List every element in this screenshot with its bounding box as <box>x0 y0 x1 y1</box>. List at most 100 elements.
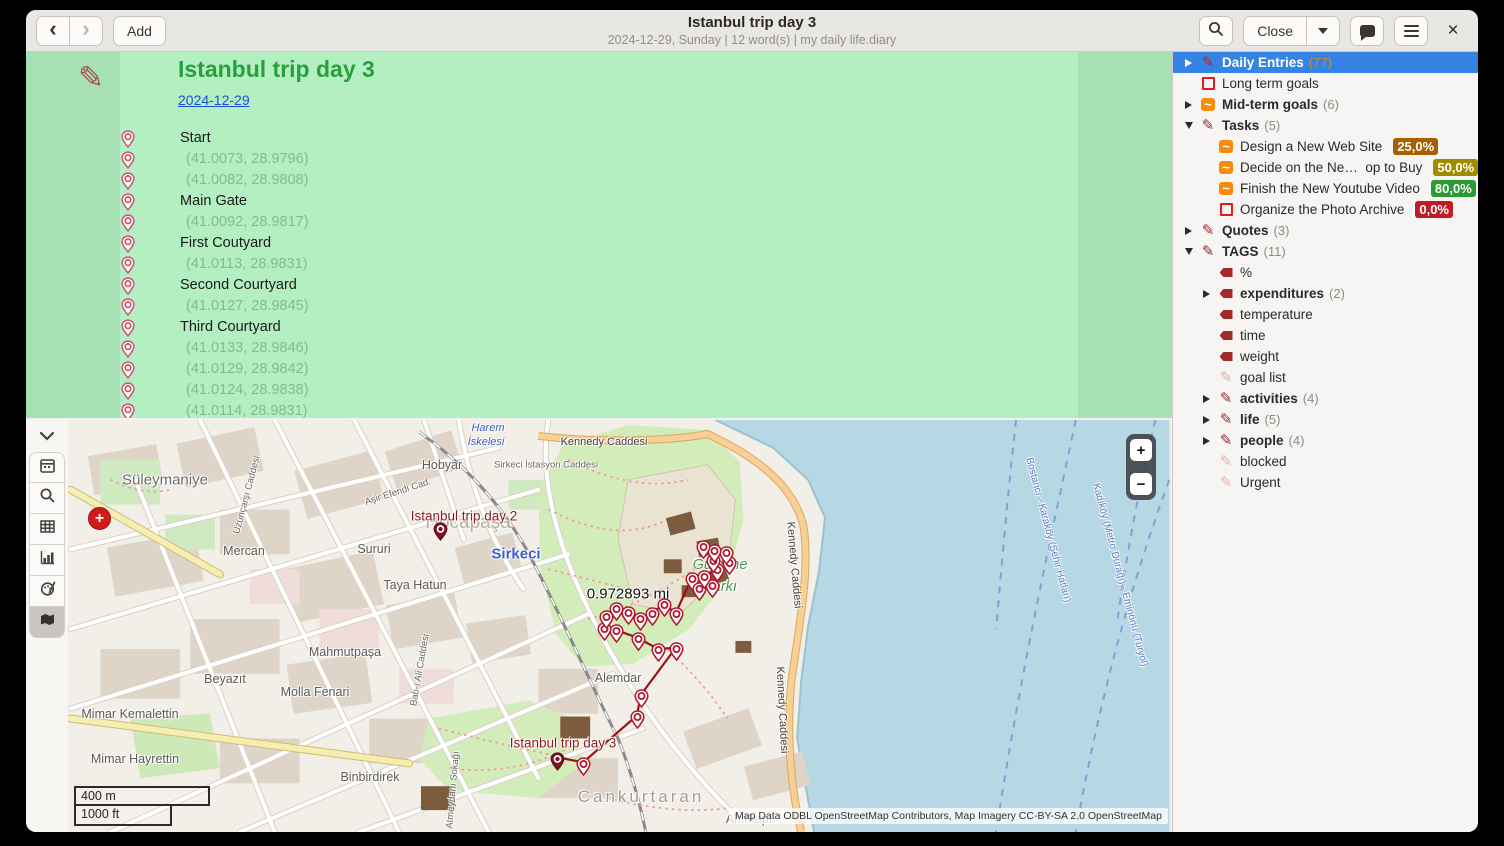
zoom-in-button[interactable]: + <box>1130 439 1152 461</box>
map-pin-icon <box>121 256 135 274</box>
expander-right-icon[interactable] <box>1185 59 1200 67</box>
map-pin-icon <box>121 193 135 211</box>
map-canvas[interactable]: HaremİskelesiKennedy CaddesiHobyarSirkec… <box>68 420 1172 832</box>
sidebar-item-daily-entries[interactable]: ✎Daily Entries(77) <box>1173 52 1478 73</box>
sidebar-item-[interactable]: % <box>1173 262 1478 283</box>
sidebar-item-urgent[interactable]: ✎Urgent <box>1173 472 1478 493</box>
search-view-button[interactable] <box>29 483 65 514</box>
sidebar-item-label: Daily Entries <box>1222 55 1304 70</box>
hamburger-icon <box>1404 25 1419 37</box>
sidebar-item-blocked[interactable]: ✎blocked <box>1173 451 1478 472</box>
entry-line: (41.0113, 28.9831) <box>26 254 1172 275</box>
route-waypoint-pin[interactable] <box>630 710 645 729</box>
map-pin-icon <box>121 172 135 190</box>
sidebar-item-time[interactable]: time <box>1173 325 1478 346</box>
route-start-pin[interactable] <box>550 752 565 771</box>
calendar-view-button[interactable] <box>29 452 65 483</box>
entry-coordinate-text: (41.0133, 28.9846) <box>186 340 309 356</box>
sidebar-item-decide-on-the-ne-op-to-buy[interactable]: ~Decide on the Ne… op to Buy50,0% <box>1173 157 1478 178</box>
entry-editor[interactable]: ✎ Istanbul trip day 3 2024-12-29 Start(4… <box>26 52 1172 418</box>
day2-entry-pin[interactable] <box>433 522 448 541</box>
entry-line: (41.0127, 28.9845) <box>26 296 1172 317</box>
entry-date-link[interactable]: 2024-12-29 <box>178 92 250 108</box>
sidebar-item-quotes[interactable]: ✎Quotes(3) <box>1173 220 1478 241</box>
pencil-icon: ✎ <box>1218 433 1234 448</box>
search-button[interactable] <box>1199 16 1233 46</box>
window-title: Istanbul trip day 3 <box>452 13 1052 33</box>
route-waypoint-pin[interactable] <box>651 643 666 662</box>
close-dropdown-button[interactable] <box>1306 16 1340 46</box>
sidebar-item-weight[interactable]: weight <box>1173 346 1478 367</box>
sidebar-item-design-a-new-web-site[interactable]: ~Design a New Web Site25,0% <box>1173 136 1478 157</box>
paint-view-button[interactable] <box>29 576 65 607</box>
sidebar-item-people[interactable]: ✎people(4) <box>1173 430 1478 451</box>
table-view-button[interactable] <box>29 514 65 545</box>
entry-coordinate-text: (41.0124, 28.9838) <box>186 382 309 398</box>
entry-coordinate-text: (41.0113, 28.9831) <box>186 256 307 272</box>
route-waypoint-pin[interactable] <box>696 540 711 559</box>
route-waypoint-pin[interactable] <box>669 642 684 661</box>
item-count: (5) <box>1265 412 1281 427</box>
entry-coordinate-text: (41.0082, 28.9808) <box>186 172 309 188</box>
expander-right-icon[interactable] <box>1185 227 1200 235</box>
back-button[interactable]: ‹ <box>36 16 70 46</box>
sidebar-item-label: Mid-term goals <box>1222 97 1318 112</box>
comment-bubble-icon <box>1360 25 1375 37</box>
zoom-out-button[interactable]: − <box>1130 473 1152 495</box>
expander-right-icon[interactable] <box>1203 416 1218 424</box>
entry-line: (41.0133, 28.9846) <box>26 338 1172 359</box>
entry-coordinate-text: (41.0127, 28.9845) <box>186 298 309 314</box>
sidebar-item-tags[interactable]: ✎TAGS(11) <box>1173 241 1478 262</box>
route-waypoint-pin[interactable] <box>669 607 684 626</box>
collapse-panel-button[interactable] <box>35 428 59 446</box>
expander-right-icon[interactable] <box>1203 437 1218 445</box>
pencil-icon: ✎ <box>1200 118 1216 133</box>
sidebar: ✎Daily Entries(77)Long term goals~Mid-te… <box>1172 52 1478 832</box>
add-button[interactable]: Add <box>113 16 166 46</box>
expander-right-icon[interactable] <box>1185 101 1200 109</box>
sidebar-item-label: temperature <box>1240 307 1313 322</box>
close-entry-button[interactable]: Close <box>1243 16 1307 46</box>
tag-icon <box>1218 331 1234 340</box>
sidebar-item-long-term-goals[interactable]: Long term goals <box>1173 73 1478 94</box>
map-pin-icon <box>121 382 135 400</box>
entry-line: (41.0124, 28.9838) <box>26 380 1172 401</box>
forward-button[interactable]: › <box>69 16 103 46</box>
chart-view-button[interactable] <box>29 545 65 576</box>
expander-down-icon[interactable] <box>1185 122 1200 129</box>
map-view-button[interactable] <box>29 607 65 638</box>
route-waypoint-pin[interactable] <box>631 632 646 651</box>
sidebar-item-temperature[interactable]: temperature <box>1173 304 1478 325</box>
expander-down-icon[interactable] <box>1185 248 1200 255</box>
entry-location-text: Second Courtyard <box>180 277 297 293</box>
route-waypoint-pin[interactable] <box>634 689 649 708</box>
expander-right-icon[interactable] <box>1203 395 1218 403</box>
comments-button[interactable] <box>1350 16 1384 46</box>
sidebar-item-life[interactable]: ✎life(5) <box>1173 409 1478 430</box>
menu-button[interactable] <box>1394 16 1428 46</box>
map-side-toolbar <box>26 420 68 832</box>
route-waypoint-pin[interactable] <box>576 757 591 776</box>
entry-lines: Start(41.0073, 28.9796)(41.0082, 28.9808… <box>26 128 1172 418</box>
expander-right-icon[interactable] <box>1203 290 1218 298</box>
map-icon <box>39 611 56 633</box>
sidebar-item-finish-the-new-youtube-video[interactable]: ~Finish the New Youtube Video80,0% <box>1173 178 1478 199</box>
entry-location-text: First Coutyard <box>180 235 271 251</box>
map-pin-icon <box>121 151 135 169</box>
entry-line: Second Courtyard <box>26 275 1172 296</box>
window-close-button[interactable]: × <box>1438 16 1468 46</box>
table-icon <box>39 518 56 540</box>
sidebar-item-tasks[interactable]: ✎Tasks(5) <box>1173 115 1478 136</box>
sidebar-item-mid-term-goals[interactable]: ~Mid-term goals(6) <box>1173 94 1478 115</box>
sidebar-item-organize-the-photo-archive[interactable]: Organize the Photo Archive0,0% <box>1173 199 1478 220</box>
header-bar: ‹ › Add Istanbul trip day 3 2024-12-29, … <box>26 10 1478 52</box>
app-window: ‹ › Add Istanbul trip day 3 2024-12-29, … <box>26 10 1478 832</box>
sidebar-item-goal-list[interactable]: ✎goal list <box>1173 367 1478 388</box>
pencil-outline-icon: ✎ <box>1218 370 1234 385</box>
map-pin-icon <box>121 214 135 232</box>
pencil-icon: ✎ <box>1200 244 1216 259</box>
pencil-icon: ✎ <box>1218 391 1234 406</box>
entry-line: Main Gate <box>26 191 1172 212</box>
sidebar-item-activities[interactable]: ✎activities(4) <box>1173 388 1478 409</box>
sidebar-item-expenditures[interactable]: expenditures(2) <box>1173 283 1478 304</box>
